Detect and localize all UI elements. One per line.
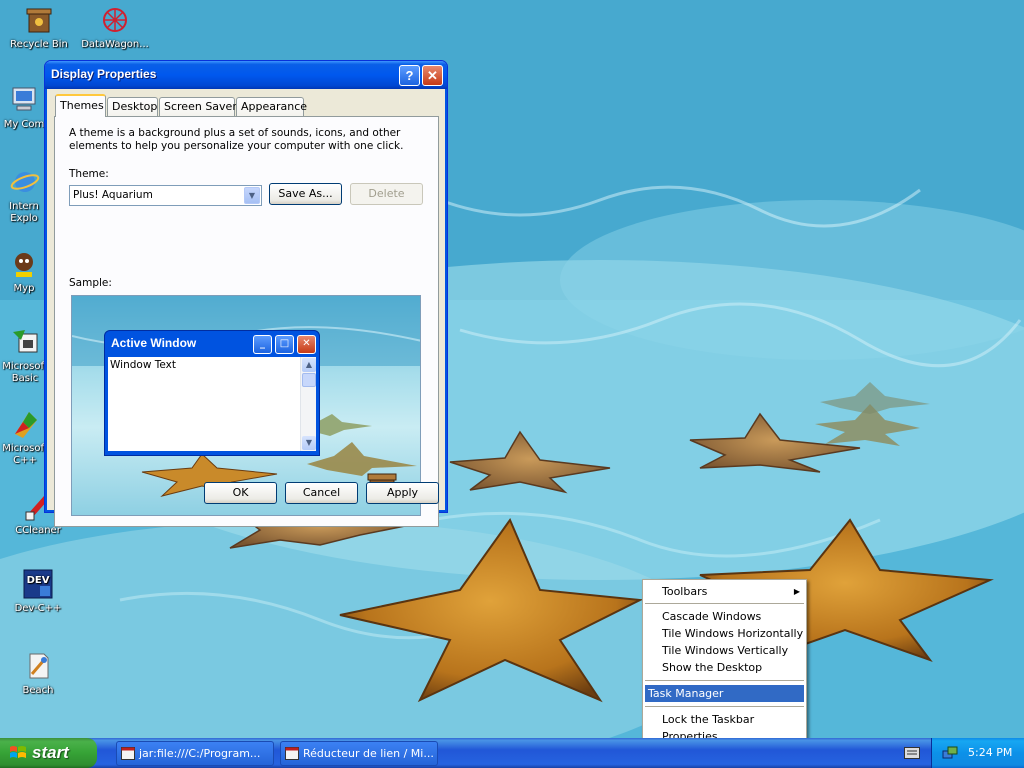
minimize-icon: _ — [253, 335, 272, 354]
taskbar[interactable]: start jar:file:///C:/Program... Réducteu… — [0, 738, 1024, 768]
window-titlebar[interactable]: Display Properties ? ✕ — [45, 61, 447, 89]
apply-button[interactable]: Apply — [366, 482, 439, 504]
themes-panel: A theme is a background plus a set of so… — [54, 116, 439, 527]
menu-separator — [645, 706, 804, 707]
help-icon: ? — [405, 68, 414, 83]
scroll-up-icon: ▲ — [302, 358, 316, 372]
close-icon: ✕ — [427, 68, 438, 83]
desktop-icon-visual-basic[interactable]: Microsoft Basic — [0, 326, 50, 385]
desktop-icon-label: Myp — [13, 283, 35, 294]
tab-themes[interactable]: Themes — [55, 94, 106, 117]
window-icon — [285, 747, 299, 760]
menu-item-tile-vertically[interactable]: Tile Windows Vertically — [645, 642, 804, 659]
cancel-button[interactable]: Cancel — [285, 482, 358, 504]
menu-item-task-manager[interactable]: Task Manager — [645, 685, 804, 702]
desktop-icon-label: Intern — [9, 201, 39, 212]
close-button[interactable]: ✕ — [422, 65, 443, 86]
scroll-thumb — [302, 373, 316, 387]
submenu-arrow-icon: ▶ — [793, 587, 800, 596]
clock[interactable]: 5:24 PM — [968, 746, 1012, 759]
desktop-icon-label: Beach — [22, 685, 54, 696]
menu-separator — [645, 680, 804, 681]
svg-text:DEV: DEV — [27, 575, 50, 586]
taskbar-context-menu[interactable]: Toolbars ▶ Cascade Windows Tile Windows … — [642, 579, 807, 749]
theme-select-value: Plus! Aquarium — [73, 189, 153, 201]
menu-item-show-desktop[interactable]: Show the Desktop — [645, 659, 804, 676]
internet-explorer-icon — [10, 172, 40, 192]
menu-item-cascade-windows[interactable]: Cascade Windows — [645, 608, 804, 625]
desktop-icon-label: Recycle Bin — [10, 39, 68, 50]
desktop-icon-label: DataWagon... — [81, 39, 149, 50]
desktop-icon-label: C++ — [13, 455, 37, 466]
desktop-icon-label: Dev-C++ — [14, 603, 62, 614]
desktop-icon-label: Basic — [11, 373, 39, 384]
sample-window-text: Window Text — [110, 359, 176, 371]
visual-cpp-icon — [15, 412, 37, 438]
window-title: Display Properties — [51, 67, 157, 81]
maximize-icon: □ — [275, 335, 294, 354]
windows-flag-icon — [10, 746, 26, 758]
menu-item-tile-horizontally[interactable]: Tile Windows Horizontally — [645, 625, 804, 642]
menu-item-toolbars[interactable]: Toolbars ▶ — [645, 583, 804, 600]
sample-scrollbar: ▲ ▼ — [300, 357, 316, 451]
desktop-icon-internet-explorer[interactable]: Intern Explo — [0, 166, 48, 225]
system-tray: 5:24 PM — [931, 738, 1024, 768]
desktop-icon-label: Microsoft — [2, 361, 48, 372]
window-icon — [121, 747, 135, 760]
desktop-icon-recycle-bin[interactable]: Recycle Bin — [0, 4, 78, 51]
help-button[interactable]: ? — [399, 65, 420, 86]
keyboard-icon[interactable] — [904, 747, 920, 759]
tab-appearance[interactable]: Appearance — [236, 97, 307, 116]
start-button[interactable]: start — [0, 738, 97, 768]
taskbar-button-reducteur[interactable]: Réducteur de lien / Mi... — [280, 741, 438, 766]
theme-description: A theme is a background plus a set of so… — [69, 127, 404, 152]
close-icon: ✕ — [297, 335, 316, 354]
dev-cpp-icon: DEV — [23, 569, 53, 599]
sample-label: Sample: — [69, 277, 112, 289]
datawagon-icon — [103, 8, 127, 32]
desktop-icon-datawagon[interactable]: DataWagon... — [76, 4, 154, 51]
desktop-icon-label: Microsoft — [2, 443, 48, 454]
tab-screen-saver[interactable]: Screen Saver — [159, 97, 237, 116]
sample-window-body: Window Text ▲ ▼ — [108, 357, 316, 451]
network-icon[interactable] — [942, 745, 958, 761]
desktop-icon-beach[interactable]: Beach — [0, 650, 76, 697]
beach-file-icon — [29, 653, 49, 679]
sample-window-title: Active Window — [111, 336, 197, 350]
sample-active-window: Active Window _ □ ✕ Window Text ▲ ▼ — [104, 330, 320, 456]
my-computer-icon — [12, 87, 36, 111]
desktop-icon-dev-cpp[interactable]: DEV Dev-C++ — [0, 568, 76, 615]
theme-label: Theme: — [69, 168, 109, 180]
visual-basic-icon — [13, 330, 38, 353]
menu-separator — [645, 603, 804, 604]
ok-button[interactable]: OK — [204, 482, 277, 504]
display-properties-window[interactable]: Display Properties ? ✕ Themes Desktop Sc… — [44, 60, 448, 527]
tab-desktop[interactable]: Desktop — [107, 97, 158, 116]
theme-select[interactable]: Plus! Aquarium ▼ — [69, 185, 262, 206]
menu-item-lock-taskbar[interactable]: Lock the Taskbar — [645, 711, 804, 728]
recycle-bin-icon — [26, 8, 52, 33]
save-as-button[interactable]: Save As... — [269, 183, 342, 205]
myp-icon — [15, 253, 33, 277]
desktop-icon-label: My Com — [3, 119, 45, 130]
chevron-down-icon[interactable]: ▼ — [244, 187, 260, 204]
scroll-down-icon: ▼ — [302, 436, 316, 450]
desktop-icon-my-computer[interactable]: My Com — [0, 84, 48, 131]
taskbar-button-jar[interactable]: jar:file:///C:/Program... — [116, 741, 274, 766]
desktop-icon-myp[interactable]: Myp — [0, 248, 48, 295]
desktop-icon-label: Explo — [10, 213, 38, 224]
desktop-icon-visual-cpp[interactable]: Microsoft C++ — [0, 408, 50, 467]
delete-button[interactable]: Delete — [350, 183, 423, 205]
